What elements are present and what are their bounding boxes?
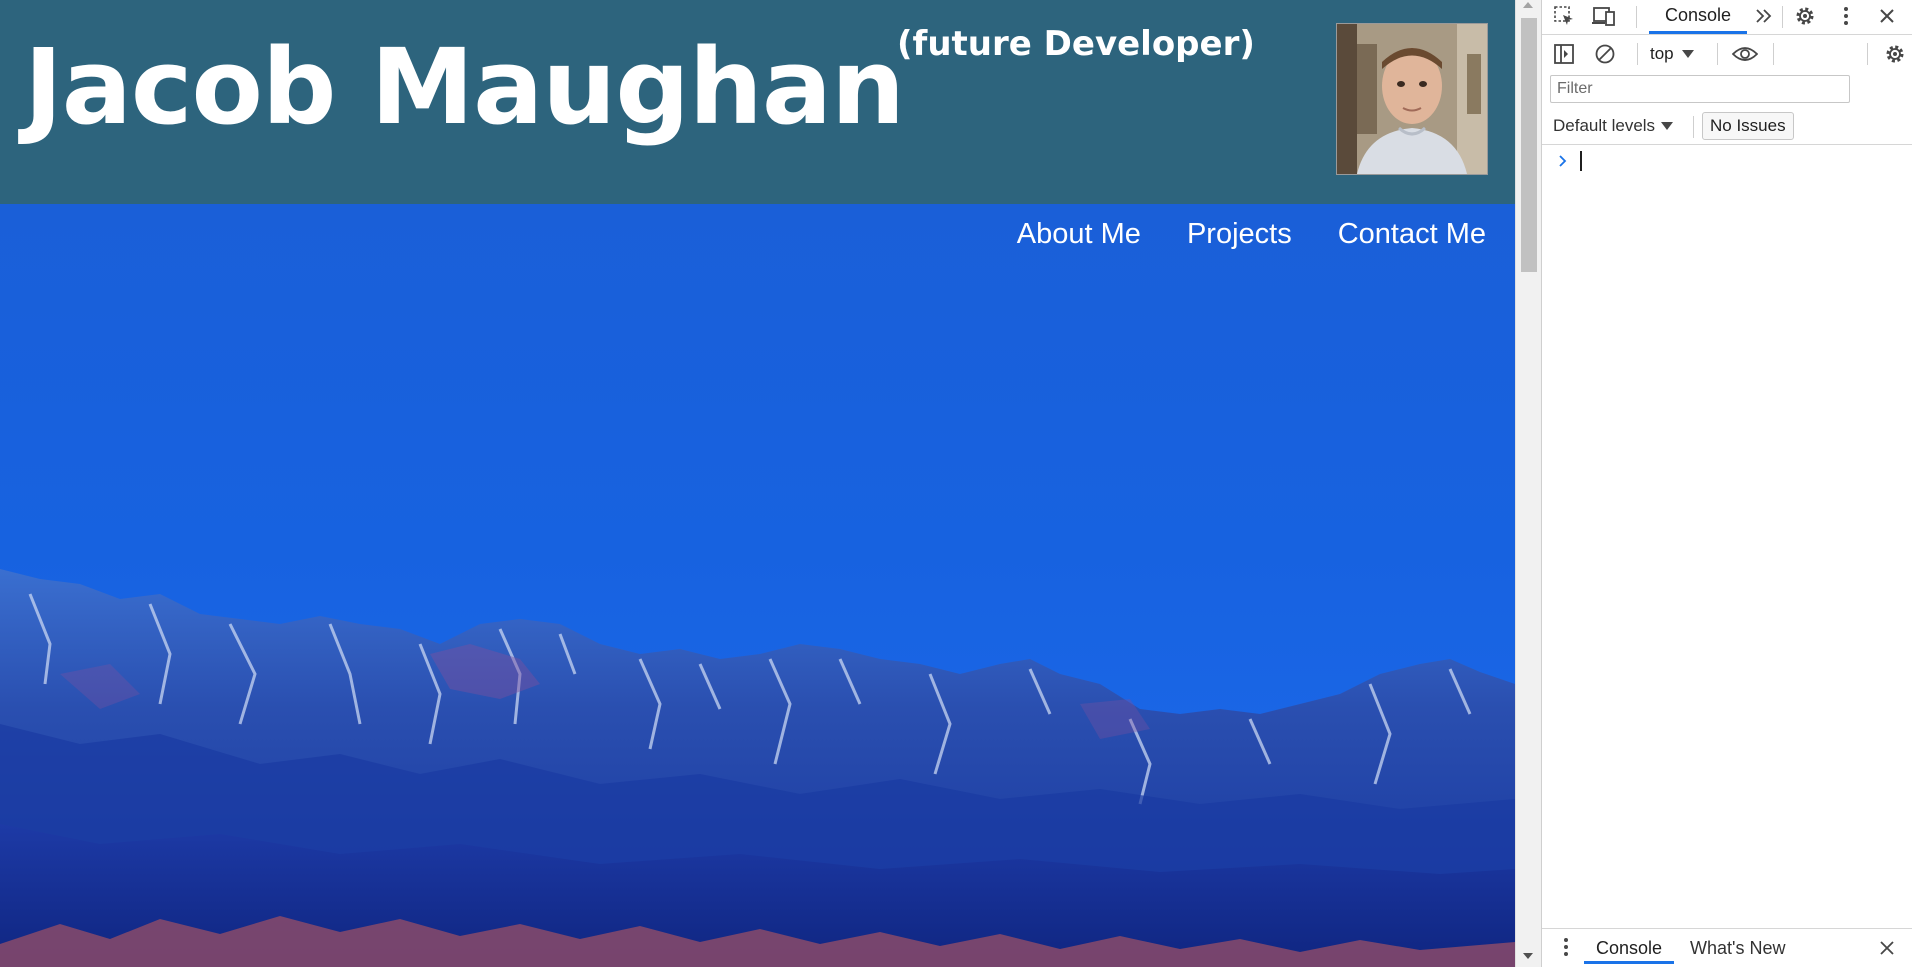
drawer-tab-console[interactable]: Console: [1584, 929, 1674, 964]
device-toolbar-icon[interactable]: [1590, 2, 1618, 30]
inspect-element-icon[interactable]: [1550, 2, 1578, 30]
drawer-menu-icon[interactable]: [1552, 933, 1580, 961]
scrollbar-thumb[interactable]: [1521, 18, 1537, 272]
close-drawer-icon[interactable]: [1873, 934, 1901, 962]
live-expression-eye-icon[interactable]: [1731, 40, 1759, 68]
console-prompt[interactable]: [1542, 146, 1912, 176]
log-levels-label: Default levels: [1553, 116, 1656, 135]
site-name-heading: Jacob Maughan: [24, 26, 905, 148]
site-header: Jacob Maughan (future Developer): [0, 0, 1515, 204]
devtools-drawer-bar: Console What's New: [1542, 928, 1912, 968]
site-navigation: About Me Projects Contact Me: [1017, 218, 1486, 251]
nav-link-about-me[interactable]: About Me: [1017, 218, 1141, 251]
site-subtitle: (future Developer): [897, 24, 1255, 64]
prompt-chevron-icon: [1558, 153, 1568, 172]
hero-mountain-image: [0, 204, 1515, 967]
console-toolbar: top: [1542, 36, 1912, 72]
sidebar-toggle-icon[interactable]: [1550, 40, 1578, 68]
context-selector-value: top: [1650, 44, 1674, 63]
scroll-up-arrow-icon[interactable]: [1523, 2, 1533, 8]
close-devtools-icon[interactable]: [1873, 2, 1901, 30]
context-selector[interactable]: top: [1650, 40, 1694, 68]
website-viewport: Jacob Maughan (future Developer) About M…: [0, 0, 1515, 967]
log-levels-dropdown[interactable]: Default levels: [1553, 114, 1674, 138]
tab-console[interactable]: Console: [1649, 0, 1747, 34]
text-cursor: [1580, 151, 1582, 171]
console-filter-input[interactable]: [1550, 75, 1850, 103]
settings-gear-icon[interactable]: [1791, 2, 1819, 30]
nav-link-projects[interactable]: Projects: [1187, 218, 1292, 251]
caret-down-icon: [1681, 50, 1694, 58]
more-options-icon[interactable]: [1832, 2, 1860, 30]
caret-down-icon: [1661, 122, 1674, 130]
double-chevron-right-icon[interactable]: [1750, 2, 1778, 30]
devtools-tab-bar: Console: [1542, 0, 1912, 35]
console-settings-gear-icon[interactable]: [1881, 40, 1909, 68]
page-scrollbar[interactable]: [1515, 0, 1542, 967]
scroll-down-arrow-icon[interactable]: [1523, 953, 1533, 959]
profile-photo: [1336, 23, 1488, 175]
nav-link-contact-me[interactable]: Contact Me: [1338, 218, 1486, 251]
drawer-tab-whats-new[interactable]: What's New: [1690, 929, 1785, 964]
clear-console-icon[interactable]: [1591, 40, 1619, 68]
console-levels-row: Default levels No Issues: [1542, 110, 1912, 145]
issues-button[interactable]: No Issues: [1702, 112, 1794, 140]
devtools-panel: Console top Filter Default levels No Iss…: [1541, 0, 1912, 968]
